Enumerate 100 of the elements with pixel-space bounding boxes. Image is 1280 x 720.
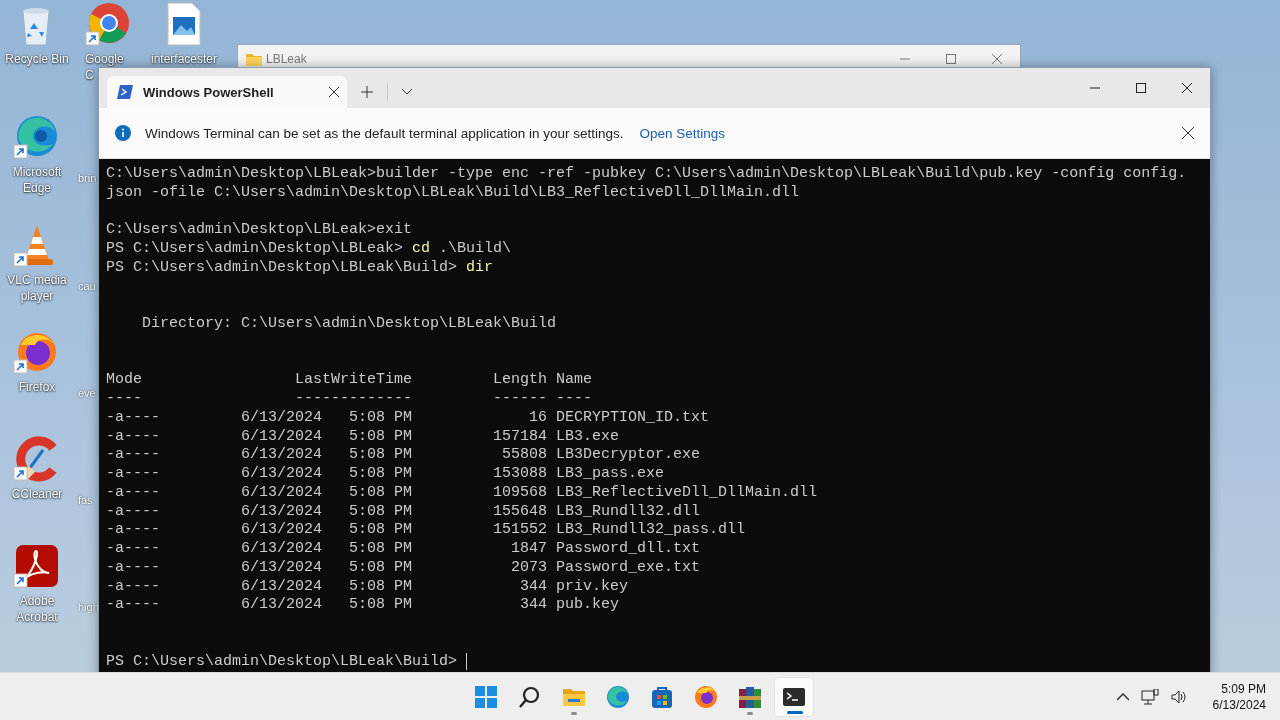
start-icon [474, 684, 498, 709]
file-name: LB3_Rundll32_pass.dll [556, 521, 747, 540]
prompt-text: PS C:\Users\admin\Desktop\LBLeak> [106, 240, 404, 259]
file-time: 5:08 PM [349, 521, 413, 540]
file-name: Password_exe.txt [556, 558, 702, 578]
column-header: Mode [106, 371, 143, 390]
file-time: 5:08 PM [349, 596, 413, 615]
column-header: ------ [492, 390, 548, 409]
close-icon[interactable] [1182, 127, 1194, 139]
file-mode: -a---- [106, 465, 161, 484]
icon-label: high [78, 601, 99, 613]
file-name: LB3_pass.exe [556, 465, 666, 484]
file-length: 153088 [492, 465, 548, 484]
file-mode: -a---- [106, 483, 161, 503]
icon-label: fas [78, 494, 93, 506]
prompt-text: PS C:\Users\admin\Desktop\LBLeak\Build> [106, 258, 458, 278]
column-header: Length [492, 371, 548, 390]
file-date: 6/13/2024 [241, 502, 324, 522]
file-time: 5:08 PM [349, 465, 413, 484]
output-line: C:\Users\admin\Desktop\LBLeak>builder -type enc -ref -pubkey C:\Users\admin\Desktop\LBLeak\Build\pub.key -config config. [106, 165, 1187, 184]
file-length: 155648 [492, 502, 548, 522]
file-time: 5:08 PM [349, 483, 413, 503]
file-date: 6/13/2024 [241, 540, 324, 559]
firefox-icon [694, 684, 718, 709]
chevron-up-icon[interactable] [1116, 692, 1129, 701]
edge-icon [606, 684, 630, 709]
file-name: LB3_Rundll32.dll [556, 502, 702, 522]
acrobat-icon[interactable] [13, 543, 61, 589]
file-mode: -a---- [106, 521, 161, 540]
close-icon[interactable] [1182, 83, 1192, 93]
file-date: 6/13/2024 [241, 465, 324, 484]
column-header: LastWriteTime [295, 371, 413, 390]
column-header: Name [556, 371, 594, 390]
command-text: dir [466, 258, 494, 278]
chevron-down-icon[interactable] [402, 89, 412, 95]
file-date: 6/13/2024 [241, 577, 324, 597]
window-title: LBLeak [266, 52, 307, 66]
clock-time[interactable]: 5:09 PM [1221, 681, 1266, 696]
file-name: priv.key [556, 577, 630, 597]
file-name: LB3.exe [556, 427, 621, 447]
file-mode: -a---- [106, 558, 161, 578]
file-mode: -a---- [106, 427, 161, 447]
network-icon[interactable] [1140, 688, 1159, 705]
file-date: 6/13/2024 [241, 521, 324, 540]
search-icon [518, 684, 542, 709]
icon-label: Recycle Bin [4, 51, 70, 67]
file-date: 6/13/2024 [241, 558, 324, 578]
icon-label: brin [78, 172, 97, 184]
file-mode: -a---- [106, 596, 161, 615]
file-mode: -a---- [106, 502, 161, 522]
file-date: 6/13/2024 [241, 483, 324, 503]
open-settings-link[interactable]: Open Settings [639, 125, 726, 141]
file-mode: -a---- [106, 540, 161, 559]
file-mode: -a---- [106, 577, 161, 597]
file-mode: -a---- [106, 408, 161, 428]
file-name: Password_dll.txt [556, 540, 702, 559]
command-text: cd [412, 240, 431, 259]
command-argument: .\Build\ [439, 240, 512, 259]
file-length: 1847 [510, 540, 548, 559]
file-name: LB3_ReflectiveDll_DllMain.dll [556, 483, 819, 503]
icon-label: Microsoft Edge [11, 164, 63, 196]
file-time: 5:08 PM [349, 427, 413, 447]
plus-icon[interactable] [361, 86, 373, 98]
file-time: 5:08 PM [349, 577, 413, 597]
file-length: 344 [519, 596, 548, 615]
maximize-icon[interactable] [1136, 83, 1146, 93]
close-icon[interactable] [329, 87, 339, 97]
file-date: 6/13/2024 [241, 408, 324, 428]
speaker-icon[interactable] [1170, 689, 1187, 704]
file-length: 344 [519, 577, 548, 597]
icon-label: VLC media player [6, 272, 68, 304]
file-length: 157184 [492, 427, 548, 447]
file-length: 2073 [510, 558, 548, 578]
file-mode: -a---- [106, 446, 161, 465]
clock-date[interactable]: 6/13/2024 [1212, 697, 1266, 712]
file-time: 5:08 PM [349, 446, 413, 465]
file-length: 55808 [501, 446, 548, 465]
icon-label: interfacester [150, 51, 218, 67]
column-header: ------------- [295, 390, 413, 409]
icon-label: Adobe Acrobat [15, 593, 59, 625]
column-header: ---- [556, 390, 594, 409]
store-icon [650, 684, 674, 709]
file-time: 5:08 PM [349, 408, 413, 428]
file-time: 5:08 PM [349, 502, 413, 522]
prompt-text: PS C:\Users\admin\Desktop\LBLeak\Build> [106, 652, 458, 672]
file-length: 109568 [492, 483, 548, 503]
directory-heading: Directory: C:\Users\admin\Desktop\LBLeak\Build [142, 315, 557, 334]
file-name: pub.key [556, 596, 621, 615]
file-time: 5:08 PM [349, 558, 413, 578]
info-icon [115, 125, 131, 141]
icon-label: cau [78, 280, 96, 292]
file-date: 6/13/2024 [241, 446, 324, 465]
powershell-icon [117, 85, 133, 99]
file-name: LB3Decryptor.exe [556, 446, 702, 465]
taskbar-button[interactable] [774, 676, 814, 717]
icon-label: eve [78, 387, 96, 399]
terminal-tab[interactable]: Windows PowerShell [107, 76, 347, 108]
file-date: 6/13/2024 [241, 596, 324, 615]
column-header: ---- [106, 390, 143, 409]
icon-label: CCleaner [10, 486, 64, 502]
